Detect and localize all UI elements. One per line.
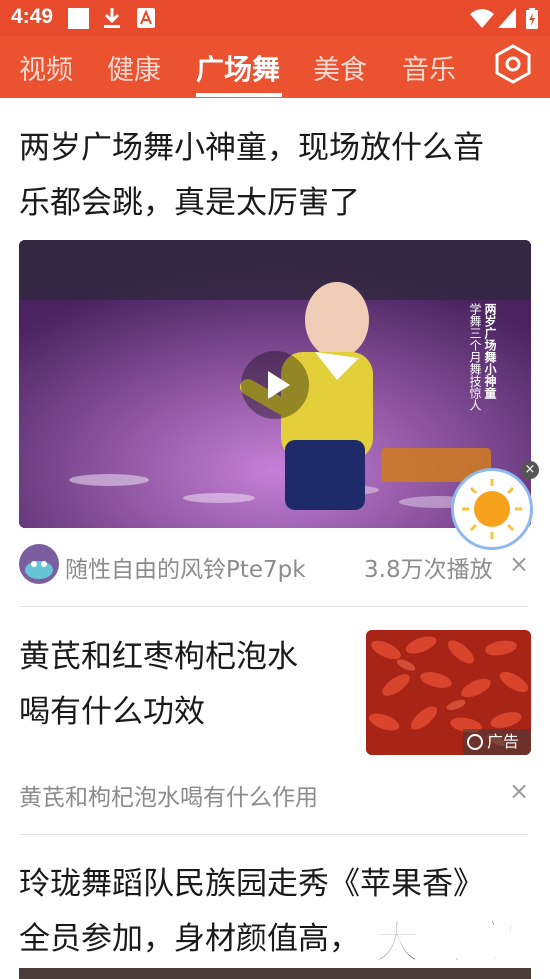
dance-headline-line-1: 玲珑舞蹈队民族园走秀《苹果香》 bbox=[19, 866, 484, 902]
feed-divider bbox=[19, 606, 528, 607]
sun-icon bbox=[462, 479, 522, 539]
play-count: 3.8万次播放 bbox=[364, 557, 493, 583]
play-icon bbox=[268, 371, 290, 399]
status-bar: 4:49 bbox=[0, 0, 550, 36]
watermark: 大玩家 bbox=[373, 914, 518, 970]
ad-logo-icon bbox=[467, 734, 483, 750]
video-headline[interactable]: 两岁广场舞小神童，现场放什么音 乐都会跳，真是太厉害了 bbox=[19, 121, 534, 231]
tab-health[interactable]: 健康 bbox=[107, 48, 161, 87]
ad-headline-line-1: 黄芪和红枣枸杞泡水 bbox=[19, 639, 298, 675]
close-icon: × bbox=[524, 462, 536, 477]
author-avatar[interactable] bbox=[19, 544, 59, 584]
play-button[interactable] bbox=[241, 351, 309, 419]
ad-headline-line-2: 喝有什么功效 bbox=[19, 694, 205, 730]
dismiss-ad-button[interactable]: × bbox=[509, 777, 529, 805]
feed-divider bbox=[19, 834, 528, 835]
weather-floating-bubble[interactable] bbox=[451, 468, 533, 550]
weather-bubble-close-button[interactable]: × bbox=[521, 461, 539, 479]
headline-line-1: 两岁广场舞小神童，现场放什么音 bbox=[19, 130, 484, 166]
status-time: 4:49 bbox=[11, 5, 54, 28]
hexagon-settings-icon bbox=[495, 44, 531, 84]
wifi-icon bbox=[470, 8, 494, 32]
ad-subtitle[interactable]: 黄芪和枸杞泡水喝有什么作用 bbox=[19, 778, 318, 812]
battery-icon bbox=[526, 8, 538, 33]
channel-settings-button[interactable] bbox=[493, 44, 533, 84]
ad-badge: 广告 bbox=[463, 729, 531, 755]
signal-icon bbox=[498, 8, 516, 32]
video-caption: 两岁广场舞小神童 学舞三个月舞技惊人 bbox=[462, 303, 497, 411]
tab-food[interactable]: 美食 bbox=[313, 48, 367, 87]
cartoon-avatar-icon bbox=[25, 561, 53, 579]
dismiss-item-button[interactable]: × bbox=[509, 550, 529, 578]
ad-thumbnail[interactable]: 广告 bbox=[366, 630, 531, 755]
next-thumbnail-edge bbox=[19, 968, 531, 979]
tab-square-dance[interactable]: 广场舞 bbox=[196, 48, 280, 88]
tab-music[interactable]: 音乐 bbox=[402, 48, 456, 87]
ad-headline[interactable]: 黄芪和红枣枸杞泡水 喝有什么功效 bbox=[19, 630, 349, 740]
ad-label: 广告 bbox=[487, 732, 520, 751]
video-caption-sub: 学舞三个月舞技惊人 bbox=[468, 303, 482, 411]
notification-square-icon bbox=[68, 8, 89, 33]
active-tab-indicator bbox=[196, 93, 282, 97]
author-name[interactable]: 随性自由的风铃Pte7pk bbox=[65, 550, 306, 584]
video-caption-main: 两岁广场舞小神童 bbox=[483, 303, 497, 399]
headline-line-2: 乐都会跳，真是太厉害了 bbox=[19, 185, 360, 221]
app-notification-icon bbox=[137, 8, 155, 32]
download-icon bbox=[102, 8, 122, 33]
category-tab-bar: 视频 健康 广场舞 美食 音乐 bbox=[0, 36, 550, 98]
tab-video[interactable]: 视频 bbox=[19, 48, 73, 87]
